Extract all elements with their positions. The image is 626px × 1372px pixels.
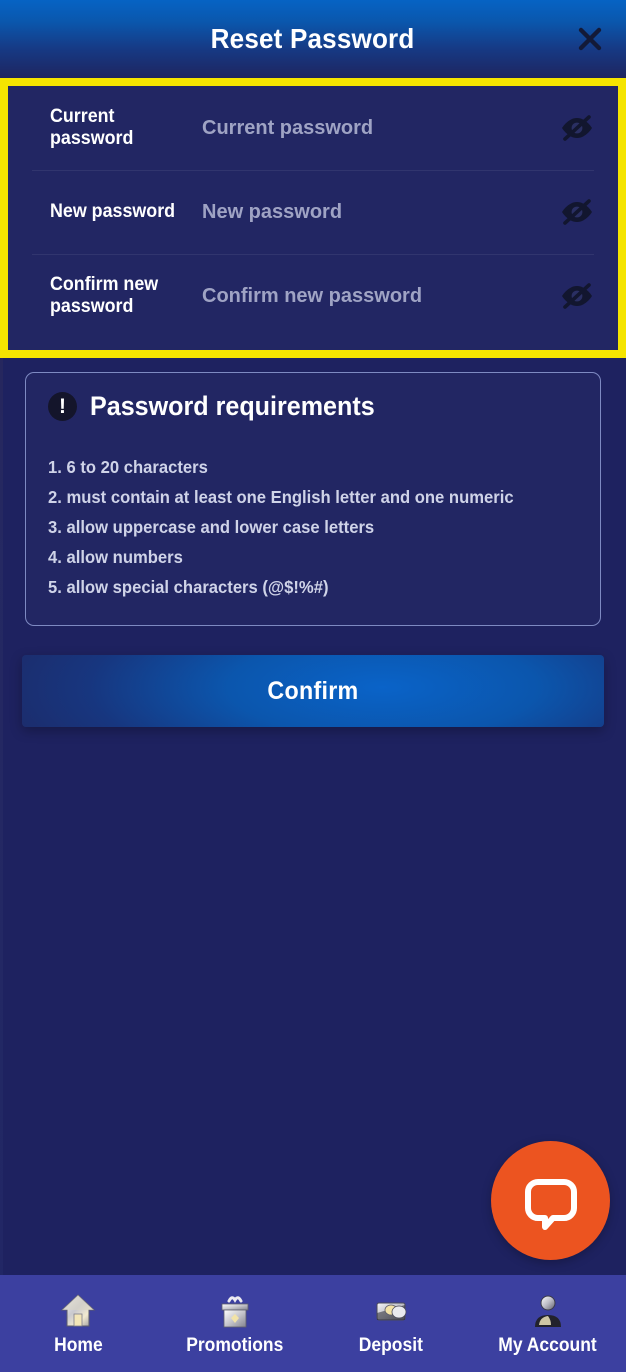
confirm-button[interactable]: Confirm xyxy=(22,655,604,727)
field-current-password: Current password xyxy=(8,86,618,170)
toggle-confirm-new-password-visibility[interactable] xyxy=(554,273,600,319)
bottom-navigation: Home Promotions Deposit My Account xyxy=(0,1275,626,1372)
field-label-confirm-new-password: Confirm new password xyxy=(50,274,159,317)
nav-label-home: Home xyxy=(53,1334,103,1356)
field-confirm-new-password: Confirm new password xyxy=(8,254,618,338)
list-item: 5. allow special characters (@$!%#) xyxy=(48,577,329,597)
toggle-new-password-visibility[interactable] xyxy=(554,189,600,235)
nav-label-my-account: My Account xyxy=(498,1334,597,1356)
reset-password-screen: Reset Password Current password New pass xyxy=(0,0,626,1372)
input-wrap-current-password xyxy=(202,116,554,140)
nav-item-deposit[interactable]: Deposit xyxy=(313,1275,470,1372)
input-wrap-new-password xyxy=(202,200,554,224)
chat-bubble-icon xyxy=(524,1178,577,1230)
confirm-button-label: Confirm xyxy=(267,676,359,705)
house-icon xyxy=(60,1293,96,1326)
eye-off-icon xyxy=(562,115,592,141)
requirements-list: 1. 6 to 20 characters 2. must contain at… xyxy=(48,452,578,602)
close-icon xyxy=(578,27,602,51)
eye-off-icon xyxy=(562,199,592,225)
list-item: 3. allow uppercase and lower case letter… xyxy=(48,517,375,537)
new-password-input[interactable] xyxy=(202,200,554,224)
requirements-title: Password requirements xyxy=(90,391,375,421)
toggle-current-password-visibility[interactable] xyxy=(554,105,600,151)
nav-item-home[interactable]: Home xyxy=(0,1275,157,1372)
user-icon xyxy=(534,1295,561,1327)
field-label-new-password: New password xyxy=(50,201,176,222)
field-label-current-password: Current password xyxy=(50,106,134,149)
nav-item-promotions[interactable]: Promotions xyxy=(157,1275,314,1372)
list-item: 2. must contain at least one English let… xyxy=(48,487,514,507)
nav-label-promotions: Promotions xyxy=(186,1334,284,1356)
modal-header: Reset Password xyxy=(0,0,626,78)
page-title: Reset Password xyxy=(211,23,415,54)
gift-icon xyxy=(221,1295,249,1327)
password-form: Current password New password Confirm ne… xyxy=(0,78,626,358)
password-requirements-panel: ! Password requirements 1. 6 to 20 chara… xyxy=(25,372,601,626)
list-item: 1. 6 to 20 characters xyxy=(48,457,208,477)
field-new-password: New password xyxy=(8,170,618,254)
close-button[interactable] xyxy=(568,17,612,61)
requirements-header: ! Password requirements xyxy=(48,391,578,422)
eye-off-icon xyxy=(562,283,592,309)
input-wrap-confirm-new-password xyxy=(202,284,554,308)
live-chat-button[interactable] xyxy=(491,1141,610,1260)
nav-item-my-account[interactable]: My Account xyxy=(470,1275,626,1372)
money-icon xyxy=(376,1302,407,1320)
nav-label-deposit: Deposit xyxy=(359,1334,424,1356)
confirm-new-password-input[interactable] xyxy=(202,284,554,308)
exclamation-circle-icon: ! xyxy=(48,392,77,421)
current-password-input[interactable] xyxy=(202,116,554,140)
list-item: 4. allow numbers xyxy=(48,547,183,567)
